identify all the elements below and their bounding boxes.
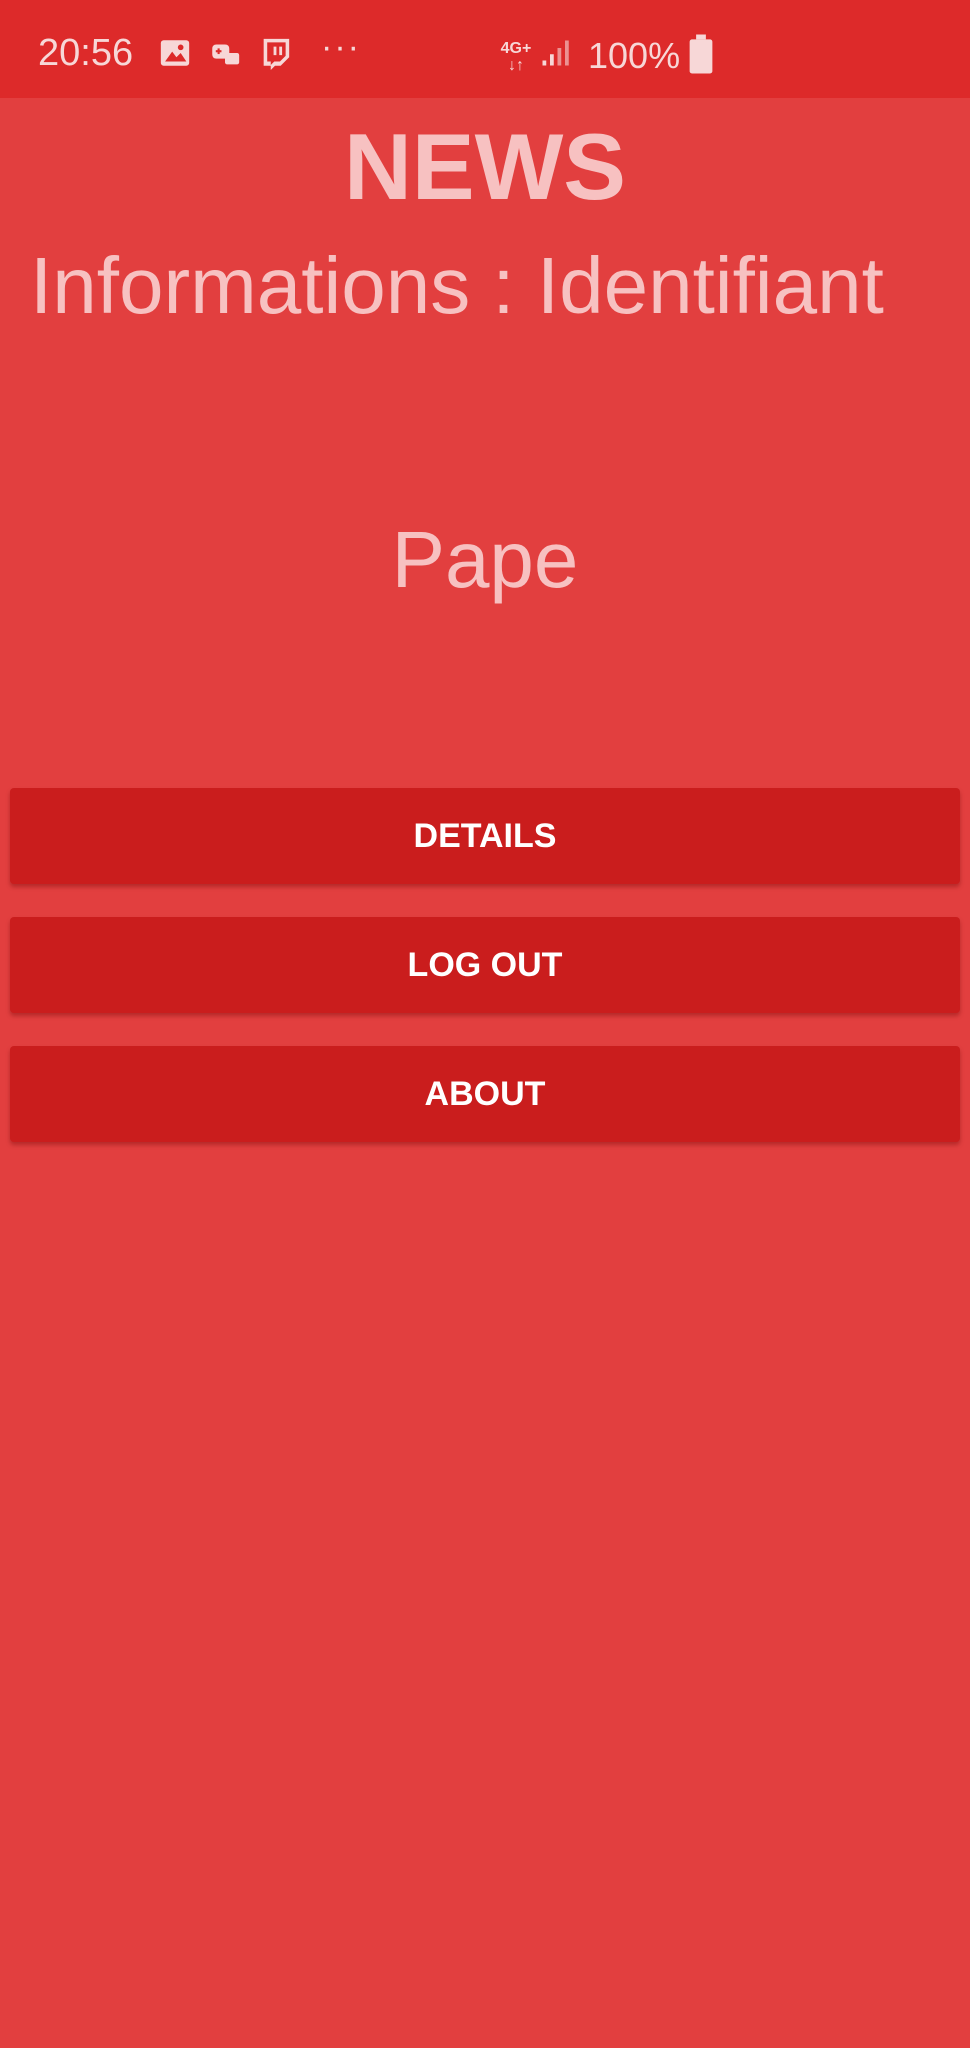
battery-icon [688,34,714,74]
signal-icon [540,36,570,70]
status-time: 20:56 [38,32,134,74]
image-icon [158,36,192,70]
logout-button[interactable]: LOG OUT [10,917,960,1013]
main-content: NEWS Informations : Identifiant Pape DET… [0,98,970,2048]
battery-percentage: 100% [588,35,681,76]
app-title: NEWS [344,114,626,219]
details-button[interactable]: DETAILS [10,788,960,884]
about-button[interactable]: ABOUT [10,1046,960,1142]
status-bar: 20:56 ··· 4G+ ↓↑ 100% [0,0,970,98]
game-controller-icon [208,36,242,70]
network-type-label: 4G+ ↓↑ [500,40,532,74]
data-arrows-icon: ↓↑ [508,57,524,74]
info-heading: Informations : Identifiant [30,241,884,330]
more-dots-icon: ··· [321,28,361,66]
identifier-value: Pape [391,515,579,604]
twitch-icon [258,36,292,70]
